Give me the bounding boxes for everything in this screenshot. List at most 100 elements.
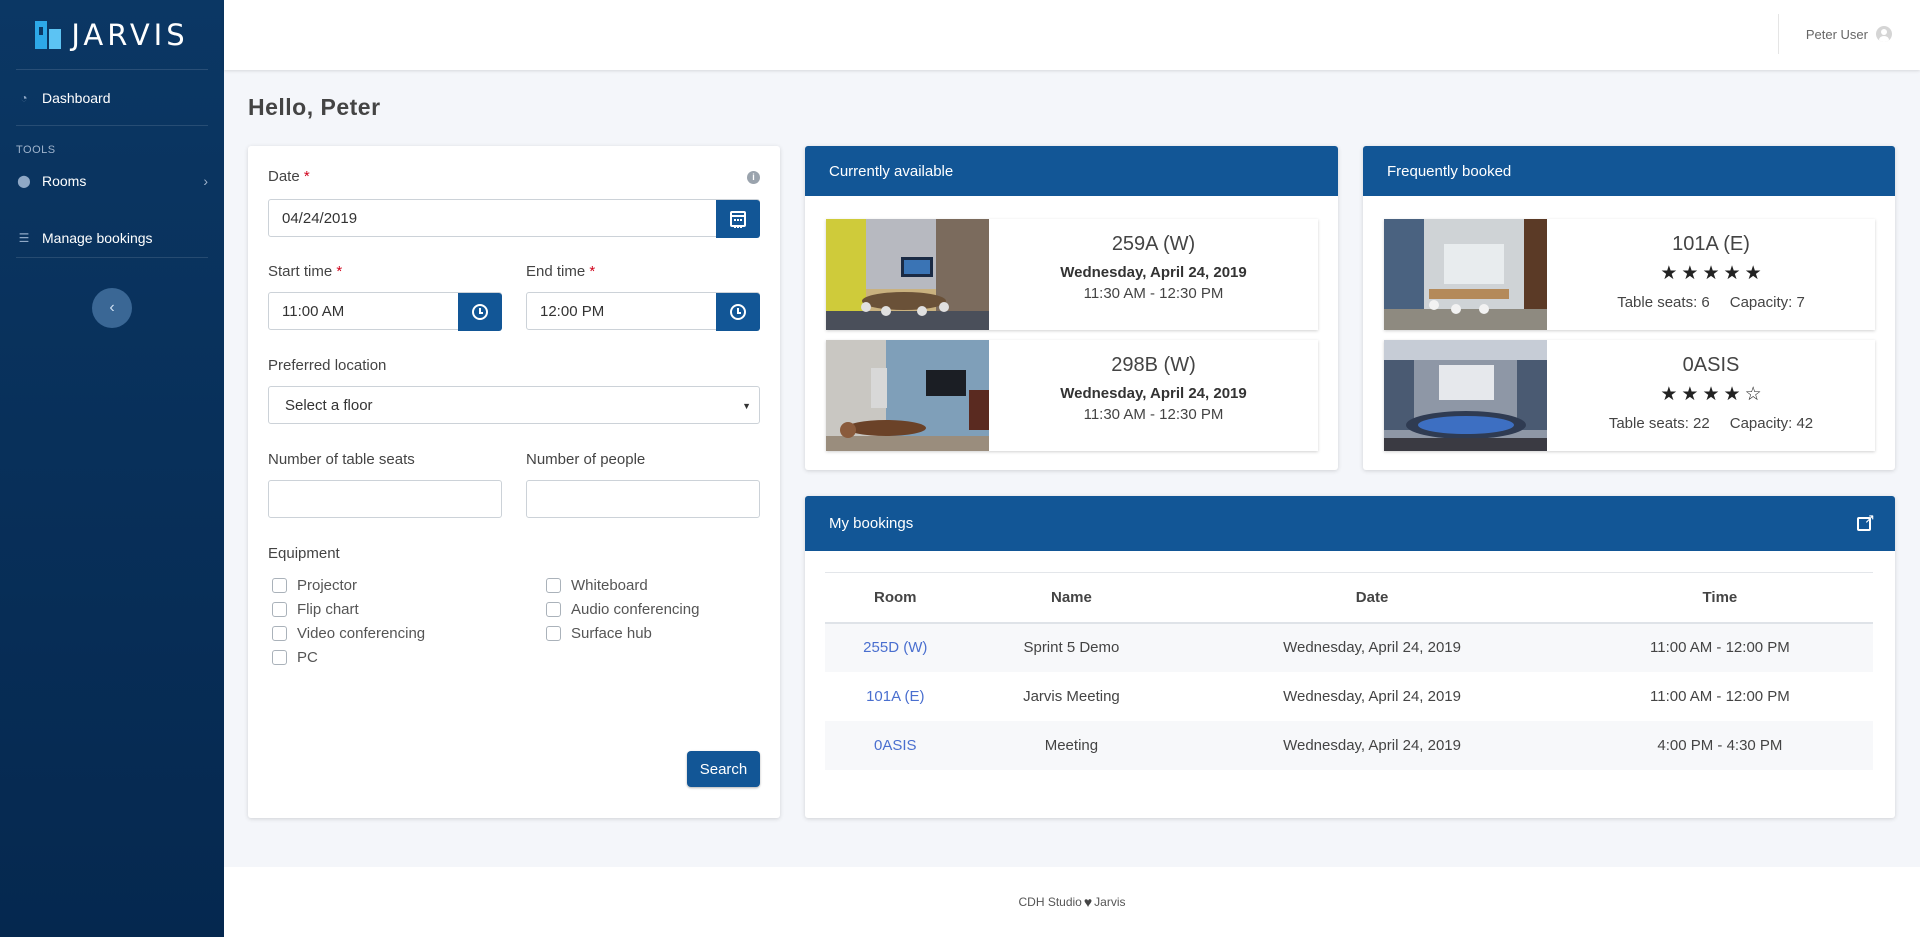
room-name: 101A (E) bbox=[1672, 233, 1750, 255]
sidebar: JARVIS ◔ Dashboard TOOLS ⬤ Rooms › ☰ Man… bbox=[0, 0, 224, 937]
booking-name: Sprint 5 Demo bbox=[965, 622, 1178, 672]
user-avatar-icon bbox=[1876, 26, 1892, 42]
clock-icon bbox=[730, 304, 746, 320]
column-header-date[interactable]: Date bbox=[1177, 572, 1567, 624]
star-icon: ★ bbox=[1723, 263, 1741, 284]
room-time: 11:30 AM - 12:30 PM bbox=[1083, 406, 1224, 423]
table-row: 255D (W) Sprint 5 Demo Wednesday, April … bbox=[825, 622, 1873, 672]
star-icon: ★ bbox=[1660, 384, 1678, 405]
room-info: 0ASIS ★ ★ ★ ★ ☆ Table seats: 22 Capacity: 42 bbox=[1547, 340, 1875, 451]
sidebar-item-manage-bookings[interactable]: ☰ Manage bookings bbox=[16, 218, 208, 258]
card-header: Frequently booked bbox=[1363, 146, 1895, 196]
star-icon: ★ bbox=[1723, 384, 1741, 405]
room-photo bbox=[1384, 219, 1547, 330]
room-name: 298B (W) bbox=[1111, 354, 1196, 376]
sidebar-collapse-button[interactable]: ‹ bbox=[92, 288, 132, 328]
location-label: Preferred location bbox=[268, 357, 387, 374]
logo-text: JARVIS bbox=[71, 17, 189, 52]
column-header-time[interactable]: Time bbox=[1566, 572, 1873, 624]
equipment-label: Equipment bbox=[268, 545, 340, 562]
sidebar-item-label: Rooms bbox=[42, 173, 87, 189]
dashboard-icon: ◔ bbox=[20, 90, 28, 105]
room-time: 11:30 AM - 12:30 PM bbox=[1083, 285, 1224, 302]
page-title: Hello, Peter bbox=[248, 94, 381, 120]
capacity: Capacity: 42 bbox=[1729, 415, 1814, 432]
room-info: 259A (W) Wednesday, April 24, 2019 11:30… bbox=[989, 219, 1318, 330]
user-name: Peter User bbox=[1805, 26, 1868, 42]
frequent-room-tile[interactable]: 0ASIS ★ ★ ★ ★ ☆ Table seats: 22 Capacity: 42 bbox=[1384, 340, 1875, 451]
room-link[interactable]: 255D (W) bbox=[825, 622, 966, 672]
date-input[interactable]: 04/24/2019 bbox=[268, 199, 760, 238]
room-photo bbox=[826, 219, 989, 330]
room-photo bbox=[1384, 340, 1547, 451]
table-seats: Table seats: 22 bbox=[1608, 415, 1710, 432]
checkbox-surface-hub[interactable]: Surface hub bbox=[546, 625, 652, 642]
room-link[interactable]: 101A (E) bbox=[825, 672, 966, 721]
star-icon: ★ bbox=[1702, 263, 1720, 284]
room-meta: Table seats: 22 Capacity: 42 bbox=[1609, 415, 1813, 432]
people-input[interactable] bbox=[526, 480, 760, 518]
room-link[interactable]: 0ASIS bbox=[825, 720, 966, 770]
booking-time: 11:00 AM - 12:00 PM bbox=[1650, 687, 1790, 705]
booking-time: 11:00 AM - 12:00 PM bbox=[1566, 622, 1873, 672]
logo-icon bbox=[35, 20, 65, 49]
start-time-picker-button[interactable] bbox=[458, 293, 502, 331]
frequent-room-tile[interactable]: 101A (E) ★ ★ ★ ★ ★ Table seats: 6 Capacity: … bbox=[1384, 219, 1875, 330]
star-icon: ★ bbox=[1681, 263, 1699, 284]
end-time-input[interactable]: 12:00 PM bbox=[526, 292, 760, 331]
checkbox-projector[interactable]: Projector bbox=[272, 577, 357, 594]
star-outline-icon: ☆ bbox=[1744, 384, 1762, 405]
rating-stars: ★ ★ ★ ★ ★ bbox=[1660, 264, 1761, 284]
sidebar-item-label: Manage bookings bbox=[42, 229, 153, 246]
top-bar: Peter User bbox=[224, 0, 1920, 70]
table-row: 101A (E) Jarvis Meeting Wednesday, April… bbox=[825, 672, 1873, 721]
logo[interactable]: JARVIS bbox=[16, 0, 208, 70]
star-icon: ★ bbox=[1744, 263, 1762, 284]
footer-app: Jarvis bbox=[1094, 895, 1126, 909]
room-meta: Table seats: 6 Capacity: 7 bbox=[1617, 294, 1805, 311]
room-search-form: Date * i 04/24/2019 Start time * 11:00 A… bbox=[248, 146, 780, 818]
booking-date: Wednesday, April 24, 2019 bbox=[1283, 687, 1461, 705]
checkbox-flip-chart[interactable]: Flip chart bbox=[272, 601, 359, 618]
date-picker-button[interactable] bbox=[716, 200, 760, 238]
date-label: Date * bbox=[268, 168, 310, 185]
user-menu[interactable]: Peter User bbox=[1806, 26, 1892, 42]
map-pin-icon: ⬤ bbox=[17, 174, 31, 188]
available-room-tile[interactable]: 298B (W) Wednesday, April 24, 2019 11:30… bbox=[826, 340, 1318, 451]
available-room-tile[interactable]: 259A (W) Wednesday, April 24, 2019 11:30… bbox=[826, 219, 1318, 330]
my-bookings-card: My bookings Room Name Date Time 255D (W)… bbox=[805, 496, 1895, 818]
checkbox-video-conferencing[interactable]: Video conferencing bbox=[272, 625, 425, 642]
room-name: 0ASIS bbox=[1682, 354, 1740, 376]
chevron-right-icon: › bbox=[203, 173, 208, 189]
card-header: Currently available bbox=[805, 146, 1338, 196]
checkbox-audio-conferencing[interactable]: Audio conferencing bbox=[546, 601, 699, 618]
booking-time: 4:00 PM - 4:30 PM bbox=[1566, 720, 1873, 770]
booking-name: Jarvis Meeting bbox=[1023, 687, 1120, 705]
table-seats-input[interactable] bbox=[268, 480, 502, 518]
end-time-picker-button[interactable] bbox=[716, 293, 760, 331]
star-icon: ★ bbox=[1660, 263, 1678, 284]
caret-down-icon: ▼ bbox=[742, 401, 751, 411]
table-row: 0ASIS Meeting Wednesday, April 24, 2019 … bbox=[825, 720, 1873, 770]
checkbox-whiteboard[interactable]: Whiteboard bbox=[546, 577, 648, 594]
divider bbox=[1778, 14, 1779, 54]
info-icon[interactable]: i bbox=[747, 171, 760, 184]
capacity: Capacity: 7 bbox=[1729, 294, 1805, 311]
column-header-room[interactable]: Room bbox=[825, 572, 966, 624]
checkbox-pc[interactable]: PC bbox=[272, 649, 318, 666]
rating-stars: ★ ★ ★ ★ ☆ bbox=[1660, 385, 1761, 405]
external-link-icon[interactable] bbox=[1857, 511, 1875, 531]
column-header-name[interactable]: Name bbox=[965, 572, 1178, 624]
search-button[interactable]: Search bbox=[687, 751, 760, 787]
room-photo bbox=[826, 340, 989, 451]
location-select[interactable]: Select a floor ▼ bbox=[268, 386, 760, 424]
end-time-label: End time * bbox=[526, 263, 596, 280]
sidebar-item-dashboard[interactable]: ◔ Dashboard bbox=[16, 70, 208, 126]
footer: CDH Studio ♥ Jarvis bbox=[224, 867, 1920, 937]
clock-icon bbox=[472, 304, 488, 320]
chevron-left-icon: ‹ bbox=[109, 299, 115, 316]
sidebar-item-label: Dashboard bbox=[42, 89, 111, 106]
seats-label: Number of table seats bbox=[268, 451, 415, 468]
start-time-input[interactable]: 11:00 AM bbox=[268, 292, 502, 331]
sidebar-item-rooms[interactable]: ⬤ Rooms › bbox=[16, 162, 208, 200]
